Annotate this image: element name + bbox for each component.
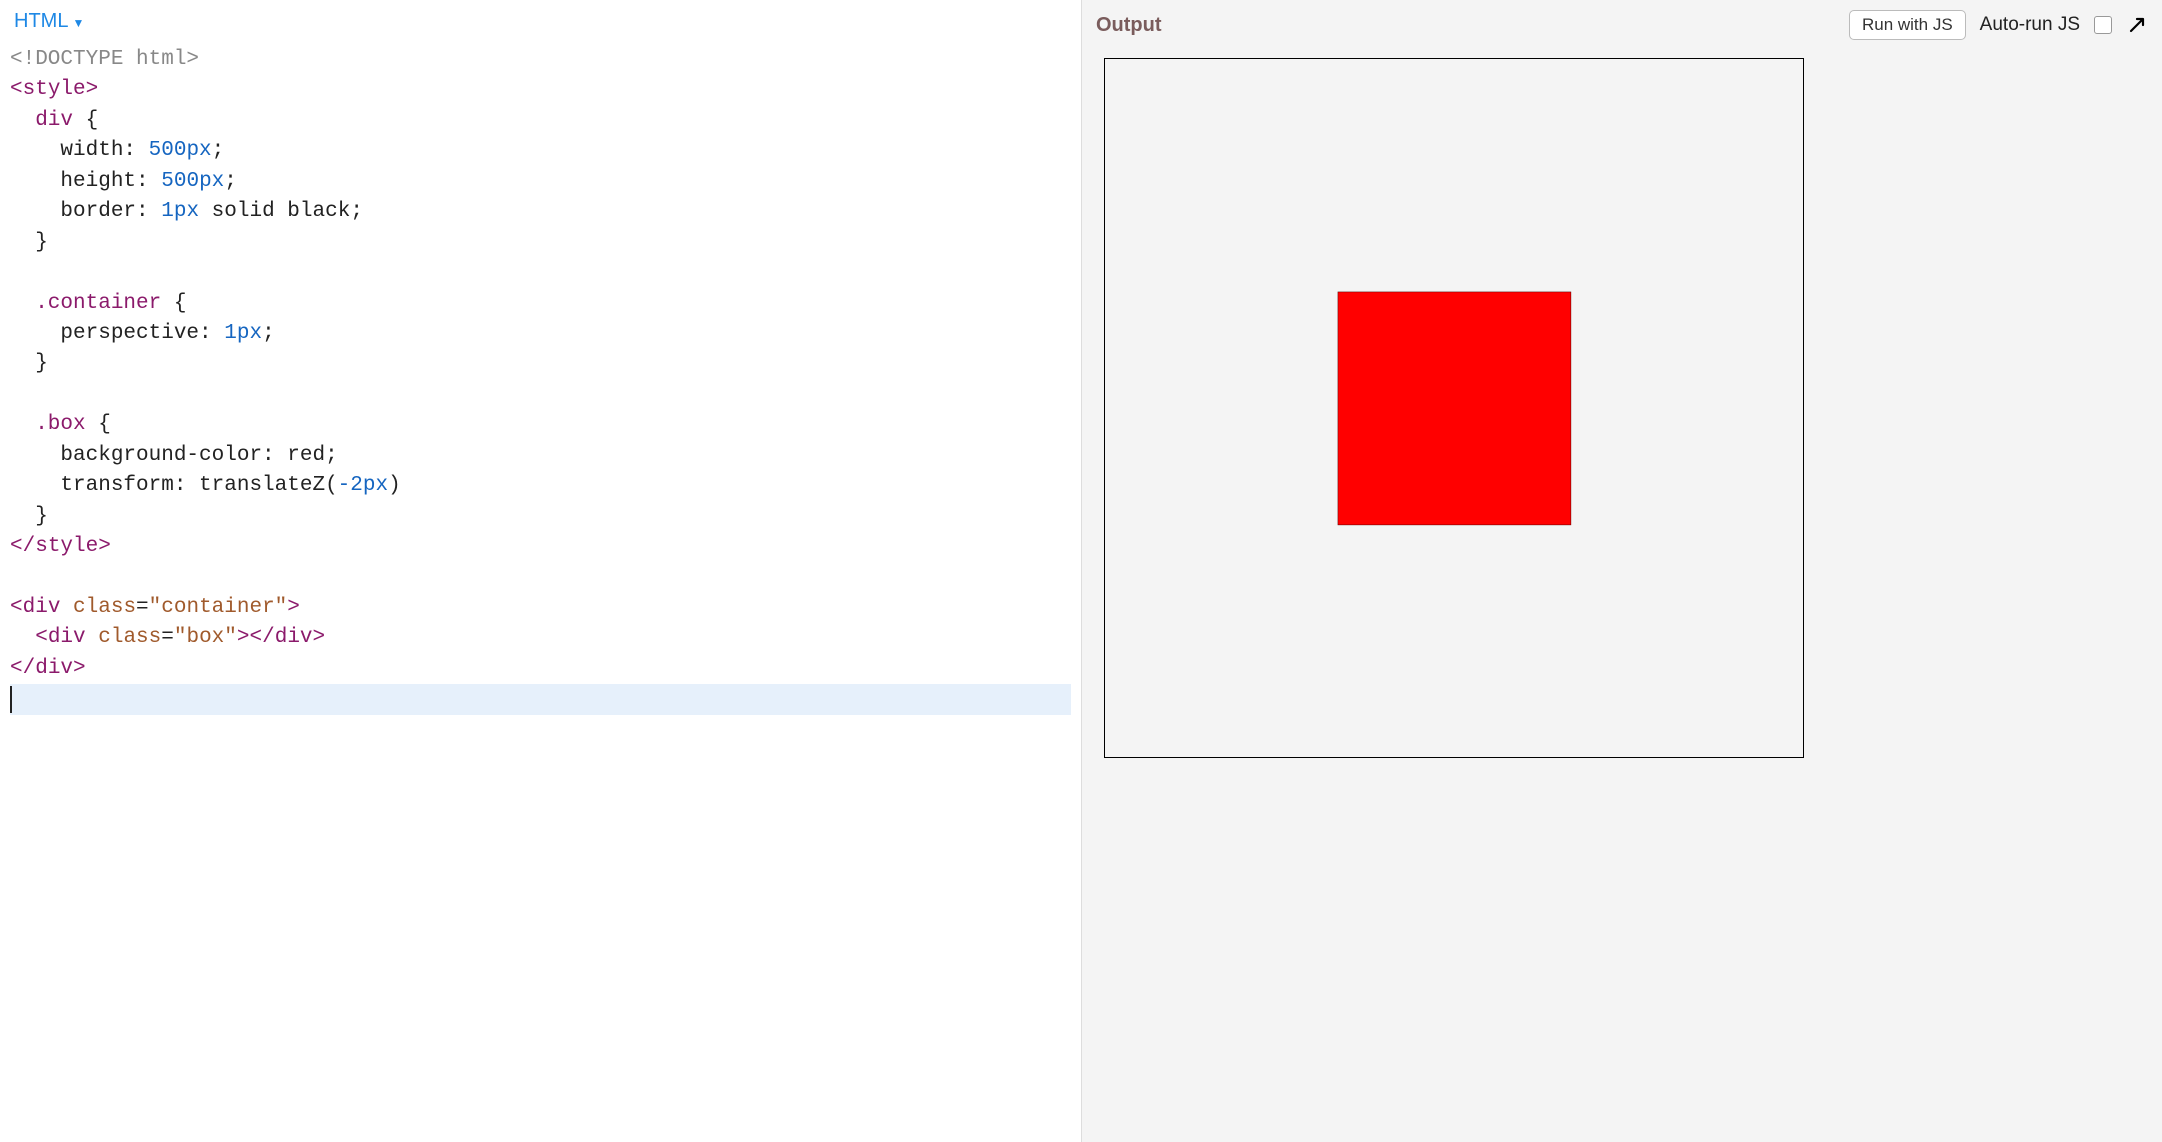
code-line[interactable]: height: 500px; [10, 167, 1071, 197]
code-line[interactable] [10, 562, 1071, 592]
code-line[interactable]: <!DOCTYPE html> [10, 45, 1071, 75]
code-line[interactable]: background-color: red; [10, 441, 1071, 471]
code-line[interactable]: border: 1px solid black; [10, 197, 1071, 227]
code-line-cursor[interactable] [10, 684, 1071, 714]
code-line[interactable]: } [10, 228, 1071, 258]
output-header: Output Run with JS Auto-run JS [1082, 0, 2162, 50]
autorun-checkbox[interactable] [2094, 16, 2112, 34]
code-line[interactable]: <div class="container"> [10, 593, 1071, 623]
chevron-down-icon: ▼ [72, 16, 84, 30]
output-area [1082, 50, 2162, 1142]
code-line[interactable]: <div class="box"></div> [10, 623, 1071, 653]
code-line[interactable]: width: 500px; [10, 136, 1071, 166]
expand-icon[interactable] [2126, 14, 2148, 36]
code-line[interactable]: div { [10, 106, 1071, 136]
code-line[interactable] [10, 380, 1071, 410]
app-root: HTML ▼ <!DOCTYPE html><style> div { widt… [0, 0, 2162, 1142]
code-line[interactable]: } [10, 349, 1071, 379]
code-line[interactable]: </style> [10, 532, 1071, 562]
code-line[interactable]: .box { [10, 410, 1071, 440]
run-button[interactable]: Run with JS [1849, 10, 1966, 40]
code-line[interactable]: .container { [10, 289, 1071, 319]
code-line[interactable]: </div> [10, 654, 1071, 684]
code-line[interactable] [10, 258, 1071, 288]
autorun-label: Auto-run JS [1980, 14, 2080, 36]
output-pane: Output Run with JS Auto-run JS [1081, 0, 2162, 1142]
output-title: Output [1096, 14, 1162, 37]
editor-pane: HTML ▼ <!DOCTYPE html><style> div { widt… [0, 0, 1081, 1142]
rendered-box [1338, 292, 1571, 525]
code-line[interactable]: transform: translateZ(-2px) [10, 471, 1071, 501]
rendered-container [1104, 58, 1804, 758]
code-line[interactable]: <style> [10, 75, 1071, 105]
code-line[interactable]: perspective: 1px; [10, 319, 1071, 349]
code-editor[interactable]: <!DOCTYPE html><style> div { width: 500p… [0, 39, 1081, 1142]
language-selector[interactable]: HTML ▼ [14, 10, 84, 33]
editor-header: HTML ▼ [0, 0, 1081, 39]
code-line[interactable]: } [10, 502, 1071, 532]
language-label: HTML [14, 10, 68, 33]
